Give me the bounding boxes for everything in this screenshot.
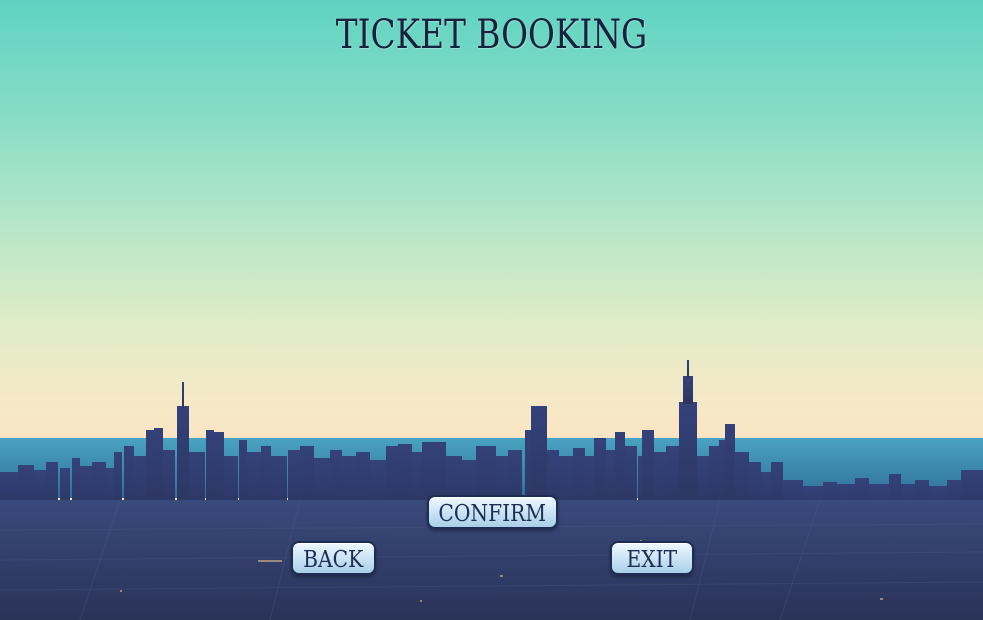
exit-button-label: EXIT	[626, 547, 678, 573]
ticket-booking-screen: TICKET BOOKING CONFIRM BACK EXIT	[0, 0, 983, 620]
confirm-button[interactable]: CONFIRM	[427, 495, 558, 529]
confirm-button-label: CONFIRM	[438, 501, 547, 527]
exit-button[interactable]: EXIT	[610, 541, 694, 575]
back-button-label: BACK	[303, 547, 364, 573]
page-title: TICKET BOOKING	[335, 12, 648, 58]
back-button[interactable]: BACK	[291, 541, 376, 575]
